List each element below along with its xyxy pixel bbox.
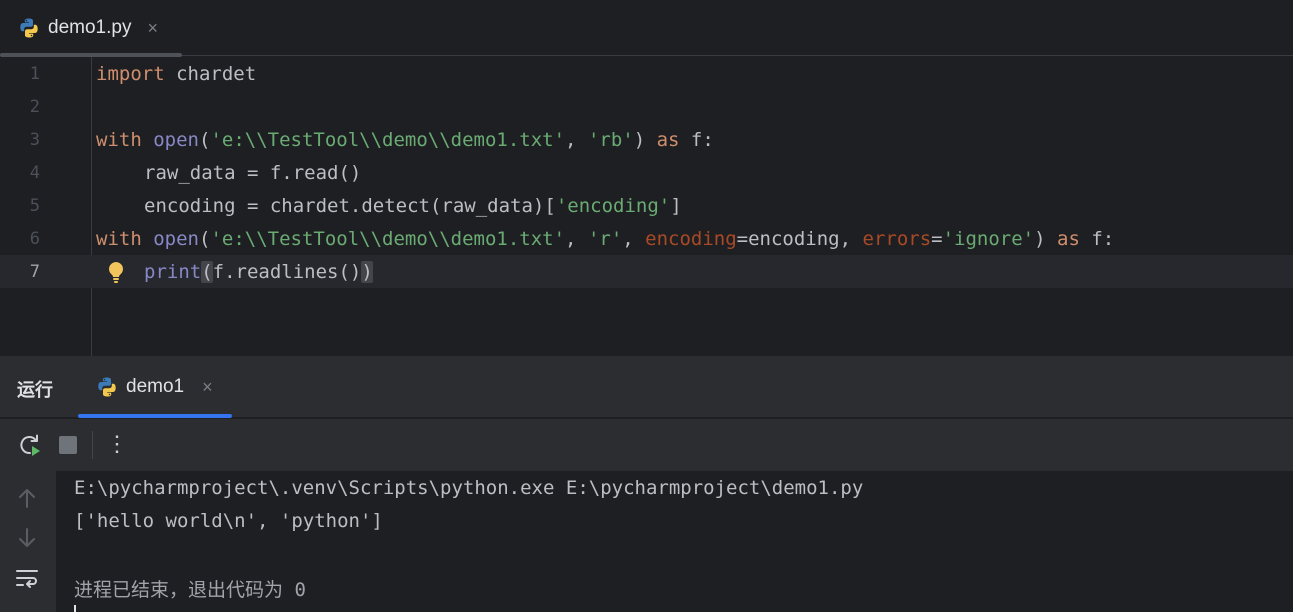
line-number: 7 [29,261,40,282]
builtin: print [144,260,202,283]
code-line-4[interactable]: 4 raw_data = f.read() [0,156,1293,189]
parameter-name: errors [862,227,932,250]
text-cursor [74,605,76,612]
line-number: 1 [29,63,40,84]
console-line-output: ['hello world\n', 'python'] [74,510,383,532]
code-text: print(f.readlines()) [144,260,373,283]
console-line-command: E:\pycharmproject\.venv\Scripts\python.e… [74,477,864,499]
keyword: import [96,62,165,85]
code-editor[interactable]: 1 import chardet 2 3 with open('e:\\Test… [0,57,1293,356]
code-line-5[interactable]: 5 encoding = chardet.detect(raw_data)['e… [0,189,1293,222]
toolbar-separator [92,431,93,459]
soft-wrap-icon[interactable] [14,565,40,591]
builtin: open [153,227,199,250]
run-panel-title: 运行 [17,380,53,401]
code-token: , [622,227,646,250]
code-token: ( [198,128,211,151]
close-icon[interactable]: × [202,377,213,398]
string-literal: 'rb' [587,128,634,151]
keyword: with [96,128,142,151]
keyword: with [96,227,142,250]
run-tab-label: demo1 [126,376,185,397]
code-token: f: [1079,227,1115,250]
stop-icon[interactable] [55,432,81,458]
line-number: 2 [29,96,40,117]
string-literal: 'ignore' [942,227,1035,250]
code-line-1[interactable]: 1 import chardet [0,57,1293,90]
keyword: as [1057,227,1080,250]
ide-window: demo1.py × 1 import chardet 2 3 with ope… [0,0,1293,612]
code-text: raw_data = f.read() [144,161,362,184]
line-number: 5 [29,195,40,216]
code-token: ) [633,128,657,151]
code-text: with open('e:\\TestTool\\demo\\demo1.txt… [96,228,1114,250]
run-toolbar: ⋮ [0,419,1293,471]
code-token: f.readlines() [212,260,362,283]
run-tab-demo1[interactable]: demo1 × [78,356,232,418]
code-token: , [565,227,588,250]
code-text: import chardet [96,63,256,85]
run-tool-window-header: 运行 demo1 × [0,356,1293,418]
console-side-toolbar [0,471,56,612]
arrow-down-icon[interactable] [14,525,40,551]
code-token: f: [679,128,714,151]
code-line-7-current[interactable]: 7 print(f.readlines()) [0,255,1293,288]
run-tab-active-indicator [78,414,232,418]
rerun-icon[interactable] [17,432,43,458]
builtin: open [153,128,199,151]
code-text: encoding = chardet.detect(raw_data)['enc… [144,195,682,217]
keyword: as [656,128,680,151]
code-text: with open('e:\\TestTool\\demo\\demo1.txt… [96,129,714,151]
line-number: 3 [29,129,40,150]
code-line-6[interactable]: 6 with open('e:\\TestTool\\demo\\demo1.t… [0,222,1293,255]
matched-bracket: ( [201,260,213,283]
python-icon [20,18,38,38]
console-line-exit: 进程已结束，退出代码为 0 [74,579,306,601]
code-token: , [565,128,588,151]
code-token: ] [670,194,682,217]
close-icon[interactable]: × [147,18,158,39]
code-token: =encoding, [736,227,863,250]
matched-bracket: ) [361,260,373,283]
string-literal: 'encoding' [555,194,671,217]
python-icon [98,377,116,397]
editor-tab-demo1[interactable]: demo1.py × [0,0,182,57]
code-token: ( [198,227,211,250]
editor-tab-label: demo1.py [48,17,132,38]
code-line-3[interactable]: 3 with open('e:\\TestTool\\demo\\demo1.t… [0,123,1293,156]
code-token: encoding = chardet.detect(raw_data)[ [144,194,556,217]
editor-tab-bar: demo1.py × [0,0,1293,57]
parameter-name: encoding [645,227,737,250]
lightbulb-icon[interactable] [106,260,126,284]
code-token: chardet [164,62,257,85]
code-token: ) [1034,227,1058,250]
console-output[interactable]: E:\pycharmproject\.venv\Scripts\python.e… [56,471,1293,612]
more-icon[interactable]: ⋮ [104,429,130,456]
code-token: = [931,227,943,250]
code-line-2[interactable]: 2 [0,90,1293,123]
line-number: 6 [29,228,40,249]
string-literal: 'e:\\TestTool\\demo\\demo1.txt' [210,227,566,250]
string-literal: 'e:\\TestTool\\demo\\demo1.txt' [210,128,566,151]
line-number: 4 [29,162,40,183]
string-literal: 'r' [587,227,623,250]
arrow-up-icon[interactable] [14,485,40,511]
